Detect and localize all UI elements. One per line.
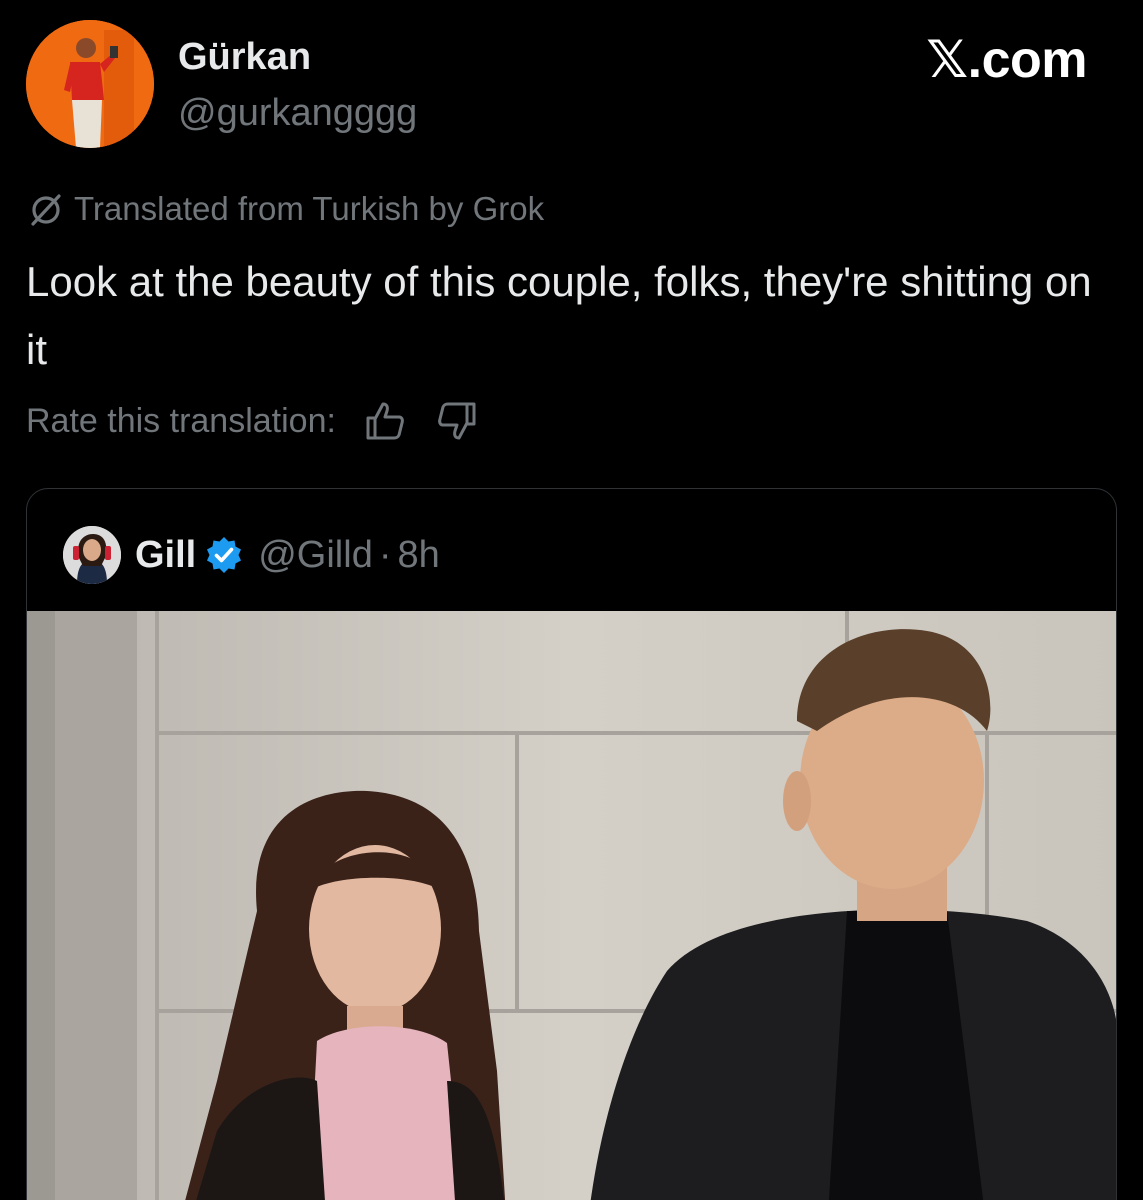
- meta-separator: ·: [378, 533, 392, 576]
- quoted-post-photo[interactable]: [27, 611, 1116, 1200]
- author-avatar[interactable]: [26, 20, 154, 148]
- translation-attribution: Translated from Turkish by Grok: [26, 188, 544, 230]
- rate-translation-row: Rate this translation:: [26, 396, 480, 446]
- quoted-author-avatar[interactable]: [63, 526, 121, 584]
- rate-translation-label: Rate this translation:: [26, 401, 336, 440]
- avatar-image: [26, 20, 154, 148]
- author-handle[interactable]: @gurkangggg: [178, 92, 417, 135]
- quoted-post-header: Gill @Gilld · 8h: [63, 525, 440, 585]
- x-brand-logo: 𝕏.com: [926, 31, 1087, 89]
- quoted-avatar-image: [63, 526, 121, 584]
- quoted-author-handle[interactable]: @Gilld: [258, 534, 373, 577]
- thumbs-up-icon[interactable]: [362, 398, 408, 444]
- tweet-page: Gürkan @gurkangggg 𝕏.com Translated from…: [0, 0, 1143, 1200]
- quoted-post-time[interactable]: 8h: [397, 534, 439, 577]
- quoted-author-name[interactable]: Gill: [135, 534, 196, 577]
- couple-photo: [27, 611, 1116, 1200]
- verified-badge-icon: [204, 535, 244, 575]
- quoted-post-card[interactable]: Gill @Gilld · 8h: [26, 488, 1117, 1200]
- tweet-text: Look at the beauty of this couple, folks…: [26, 258, 1092, 373]
- thumbs-down-icon[interactable]: [434, 398, 480, 444]
- grok-icon: [26, 189, 66, 229]
- translation-label: Translated from Turkish by Grok: [74, 190, 545, 227]
- author-display-name[interactable]: Gürkan: [178, 36, 311, 79]
